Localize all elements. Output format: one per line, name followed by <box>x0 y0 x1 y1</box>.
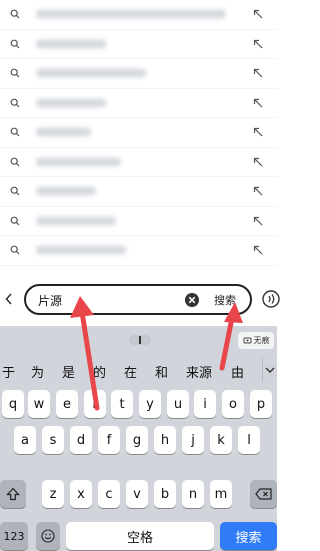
shift-key[interactable] <box>0 480 26 508</box>
clear-icon[interactable] <box>184 292 200 308</box>
key-x[interactable]: x <box>70 480 92 508</box>
blurred-suggestion-text <box>36 68 146 78</box>
key-a[interactable]: a <box>14 426 36 454</box>
suggestion-item[interactable] <box>0 89 277 118</box>
keyboard: 无痕 于 为 是 的 在 和 来源 由 q w e r t y u i o p … <box>0 326 277 551</box>
key-p[interactable]: p <box>250 390 272 418</box>
keyboard-toolbar: 无痕 <box>0 326 277 354</box>
fill-arrow-icon[interactable] <box>253 39 263 49</box>
fill-arrow-icon[interactable] <box>253 127 263 137</box>
back-button[interactable] <box>2 289 16 309</box>
delete-key[interactable] <box>250 480 277 508</box>
candidate[interactable]: 的 <box>93 362 106 381</box>
search-icon <box>10 98 20 108</box>
search-icon <box>10 39 20 49</box>
key-r[interactable]: r <box>84 390 106 418</box>
chevron-left-icon <box>5 293 12 305</box>
emoji-icon <box>41 529 55 543</box>
fill-arrow-icon[interactable] <box>253 186 263 196</box>
incognito-icon <box>243 337 251 344</box>
fill-arrow-icon[interactable] <box>253 98 263 108</box>
key-h[interactable]: h <box>154 426 176 454</box>
key-d[interactable]: d <box>70 426 92 454</box>
key-y[interactable]: y <box>139 390 161 418</box>
key-k[interactable]: k <box>210 426 232 454</box>
emoji-key[interactable] <box>36 522 60 550</box>
search-icon <box>10 157 20 167</box>
key-c[interactable]: c <box>98 480 120 508</box>
blurred-suggestion-text <box>36 127 91 137</box>
blurred-suggestion-text <box>36 98 106 108</box>
blurred-suggestion-text <box>36 216 116 226</box>
candidate[interactable]: 为 <box>31 362 44 381</box>
candidate[interactable]: 是 <box>62 362 75 381</box>
voice-icon[interactable] <box>262 289 280 309</box>
candidate[interactable]: 在 <box>124 362 137 381</box>
key-n[interactable]: n <box>182 480 204 508</box>
key-l[interactable]: l <box>238 426 260 454</box>
suggestion-item[interactable] <box>0 0 277 30</box>
suggestion-item[interactable] <box>0 177 277 207</box>
key-q[interactable]: q <box>2 390 24 418</box>
key-u[interactable]: u <box>167 390 189 418</box>
search-icon <box>10 245 20 255</box>
incognito-label: 无痕 <box>253 336 270 345</box>
key-m[interactable]: m <box>210 480 232 508</box>
key-z[interactable]: z <box>42 480 64 508</box>
candidate[interactable]: 和 <box>155 362 168 381</box>
backspace-icon <box>254 488 272 500</box>
suggestion-item[interactable] <box>0 148 277 177</box>
fill-arrow-icon[interactable] <box>253 245 263 255</box>
key-e[interactable]: e <box>56 390 78 418</box>
search-icon <box>10 216 20 226</box>
search-icon <box>10 186 20 196</box>
candidate-bar: 于 为 是 的 在 和 来源 由 <box>0 354 277 386</box>
incognito-button[interactable]: 无痕 <box>238 332 274 349</box>
suggestion-item[interactable] <box>0 236 277 266</box>
shift-icon <box>6 487 20 501</box>
key-i[interactable]: i <box>194 390 216 418</box>
search-bar: 片源 搜索 <box>0 272 280 326</box>
blurred-suggestion-text <box>36 157 121 167</box>
search-submit-button[interactable]: 搜索 <box>214 292 236 308</box>
fill-arrow-icon[interactable] <box>253 9 263 19</box>
enter-search-key[interactable]: 搜索 <box>220 522 277 550</box>
blurred-suggestion-text <box>36 39 106 49</box>
fill-arrow-icon[interactable] <box>253 216 263 226</box>
search-icon <box>10 68 20 78</box>
key-v[interactable]: v <box>126 480 148 508</box>
key-j[interactable]: j <box>182 426 204 454</box>
candidate[interactable]: 来源 <box>186 362 212 381</box>
key-b[interactable]: b <box>154 480 176 508</box>
candidate-expand-button[interactable] <box>262 358 277 382</box>
key-t[interactable]: t <box>111 390 133 418</box>
blurred-suggestion-text <box>36 245 126 255</box>
key-f[interactable]: f <box>98 426 120 454</box>
fill-arrow-icon[interactable] <box>253 68 263 78</box>
keyboard-drag-handle[interactable] <box>129 335 151 345</box>
candidate[interactable]: 于 <box>2 362 15 381</box>
space-key[interactable]: 空格 <box>66 522 214 550</box>
candidate[interactable]: 由 <box>231 362 244 381</box>
key-s[interactable]: s <box>42 426 64 454</box>
search-icon <box>10 9 20 19</box>
key-o[interactable]: o <box>222 390 244 418</box>
search-box[interactable]: 片源 搜索 <box>24 284 252 315</box>
blurred-suggestion-text <box>36 186 96 196</box>
search-input[interactable]: 片源 <box>38 292 62 309</box>
suggestion-item[interactable] <box>0 59 277 89</box>
suggestion-item[interactable] <box>0 207 277 236</box>
suggestion-item[interactable] <box>0 30 277 59</box>
search-icon <box>10 127 20 137</box>
suggestion-list <box>0 0 277 270</box>
blurred-suggestion-text <box>36 9 226 19</box>
fill-arrow-icon[interactable] <box>253 157 263 167</box>
key-g[interactable]: g <box>126 426 148 454</box>
suggestion-item[interactable] <box>0 118 277 148</box>
key-w[interactable]: w <box>28 390 50 418</box>
numbers-key[interactable]: 123 <box>0 522 28 550</box>
chevron-down-icon <box>265 367 275 373</box>
